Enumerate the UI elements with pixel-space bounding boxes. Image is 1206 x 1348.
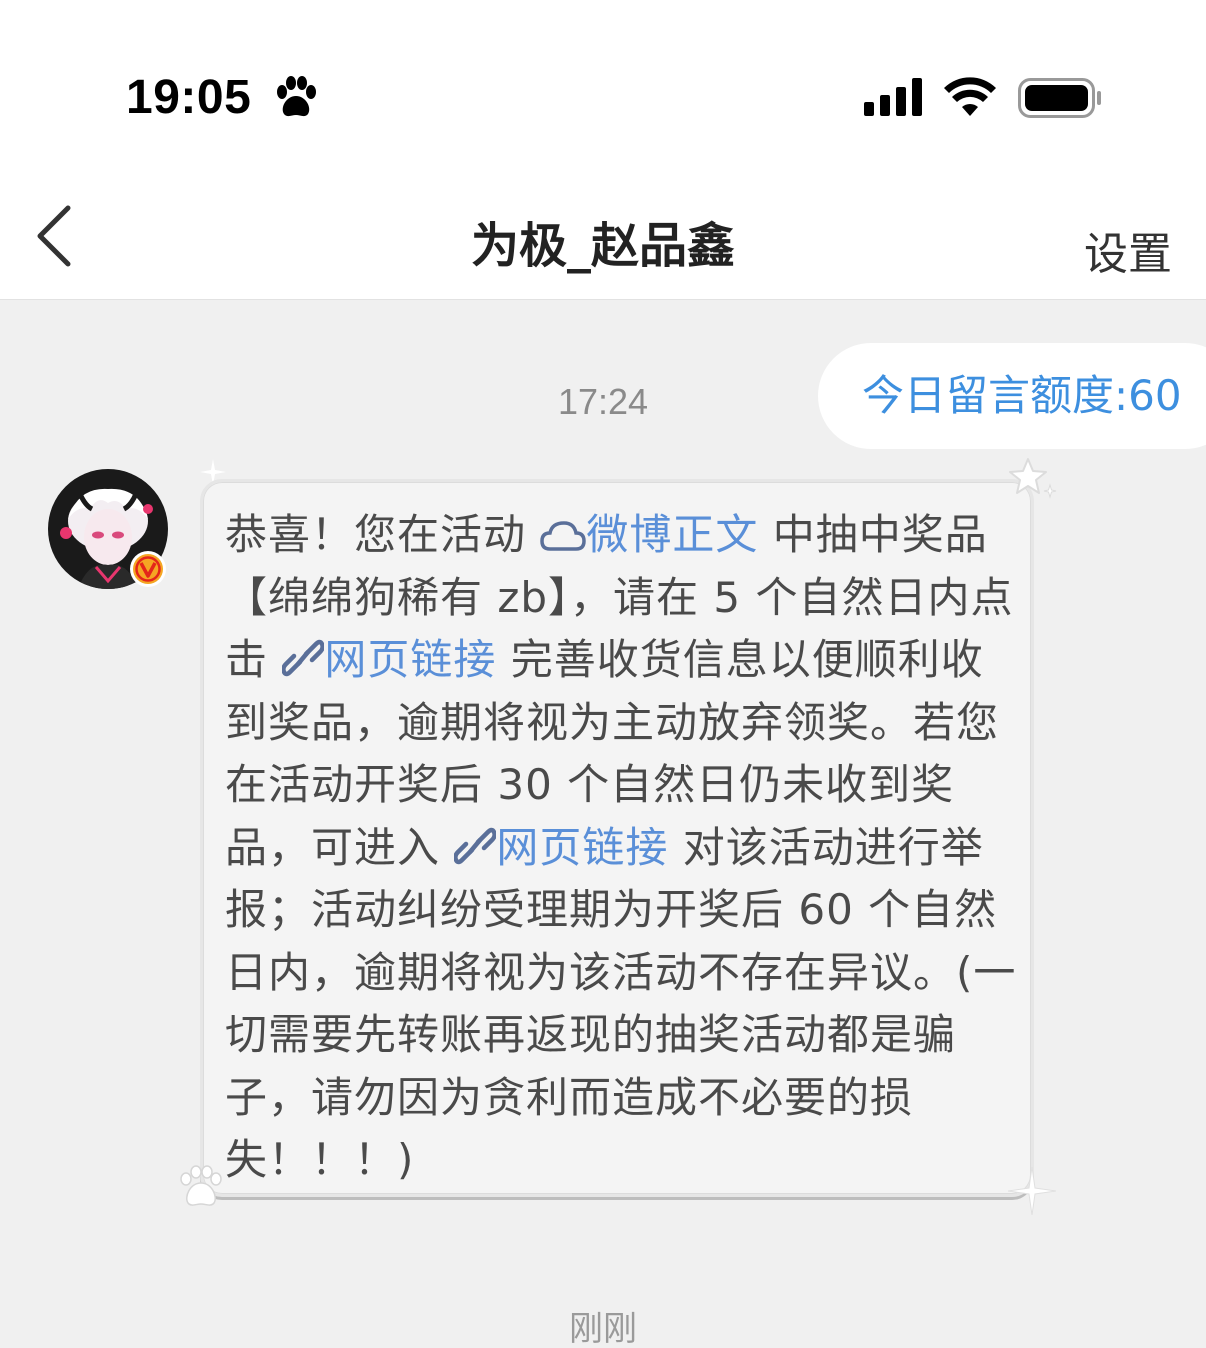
conversation-title: 为极_赵品鑫 [470, 218, 735, 274]
paw-icon [277, 76, 316, 117]
avatar[interactable] [48, 469, 168, 589]
cellular-signal-icon [864, 78, 922, 116]
web-link-report-label: 网页链接 [496, 822, 669, 872]
settings-button[interactable]: 设置 [1084, 218, 1172, 282]
verified-badge-icon [130, 551, 166, 587]
message-bubble[interactable]: 恭喜！您在活动 微博正文 中抽中奖品【绵绵狗稀有 zb】，请在 5 个自然日内点… [200, 479, 1034, 1197]
message-segment: 对该活动进行举报；活动纠纷受理期为开奖后 60 个自然日内，逾期将视为该活动不存… [225, 822, 1017, 1185]
battery-icon [1018, 78, 1101, 118]
latest-timestamp: 刚刚 [569, 1309, 637, 1348]
message-quota-badge: 今日留言额度:60 [818, 343, 1206, 449]
link-icon [454, 827, 497, 864]
status-bar: 19:05 [0, 0, 1206, 180]
status-time: 19:05 [126, 71, 252, 124]
message-segment: 恭喜！您在活动 [225, 510, 541, 559]
wifi-icon [944, 77, 996, 116]
web-link-claim-label: 网页链接 [324, 635, 497, 684]
weibo-cloud-icon [540, 521, 587, 551]
link-icon [282, 639, 325, 677]
chat-area[interactable]: 17:24 今日留言额度:60 恭喜！您在活动 微博正文 中抽中奖品【绵绵狗稀有… [0, 301, 1206, 1348]
message-text: 恭喜！您在活动 微博正文 中抽中奖品【绵绵狗稀有 zb】，请在 5 个自然日内点… [225, 504, 1025, 1192]
nav-bar: 为极_赵品鑫 设置 [0, 180, 1206, 300]
web-link-claim[interactable]: 网页链接 [282, 635, 496, 684]
weibo-post-link-label: 微博正文 [586, 510, 759, 559]
star-icon [1009, 458, 1057, 499]
paw-icon [180, 1165, 222, 1206]
sparkle-icon [1008, 1167, 1056, 1215]
weibo-post-link[interactable]: 微博正文 [540, 510, 758, 559]
web-link-report[interactable]: 网页链接 [454, 823, 668, 872]
